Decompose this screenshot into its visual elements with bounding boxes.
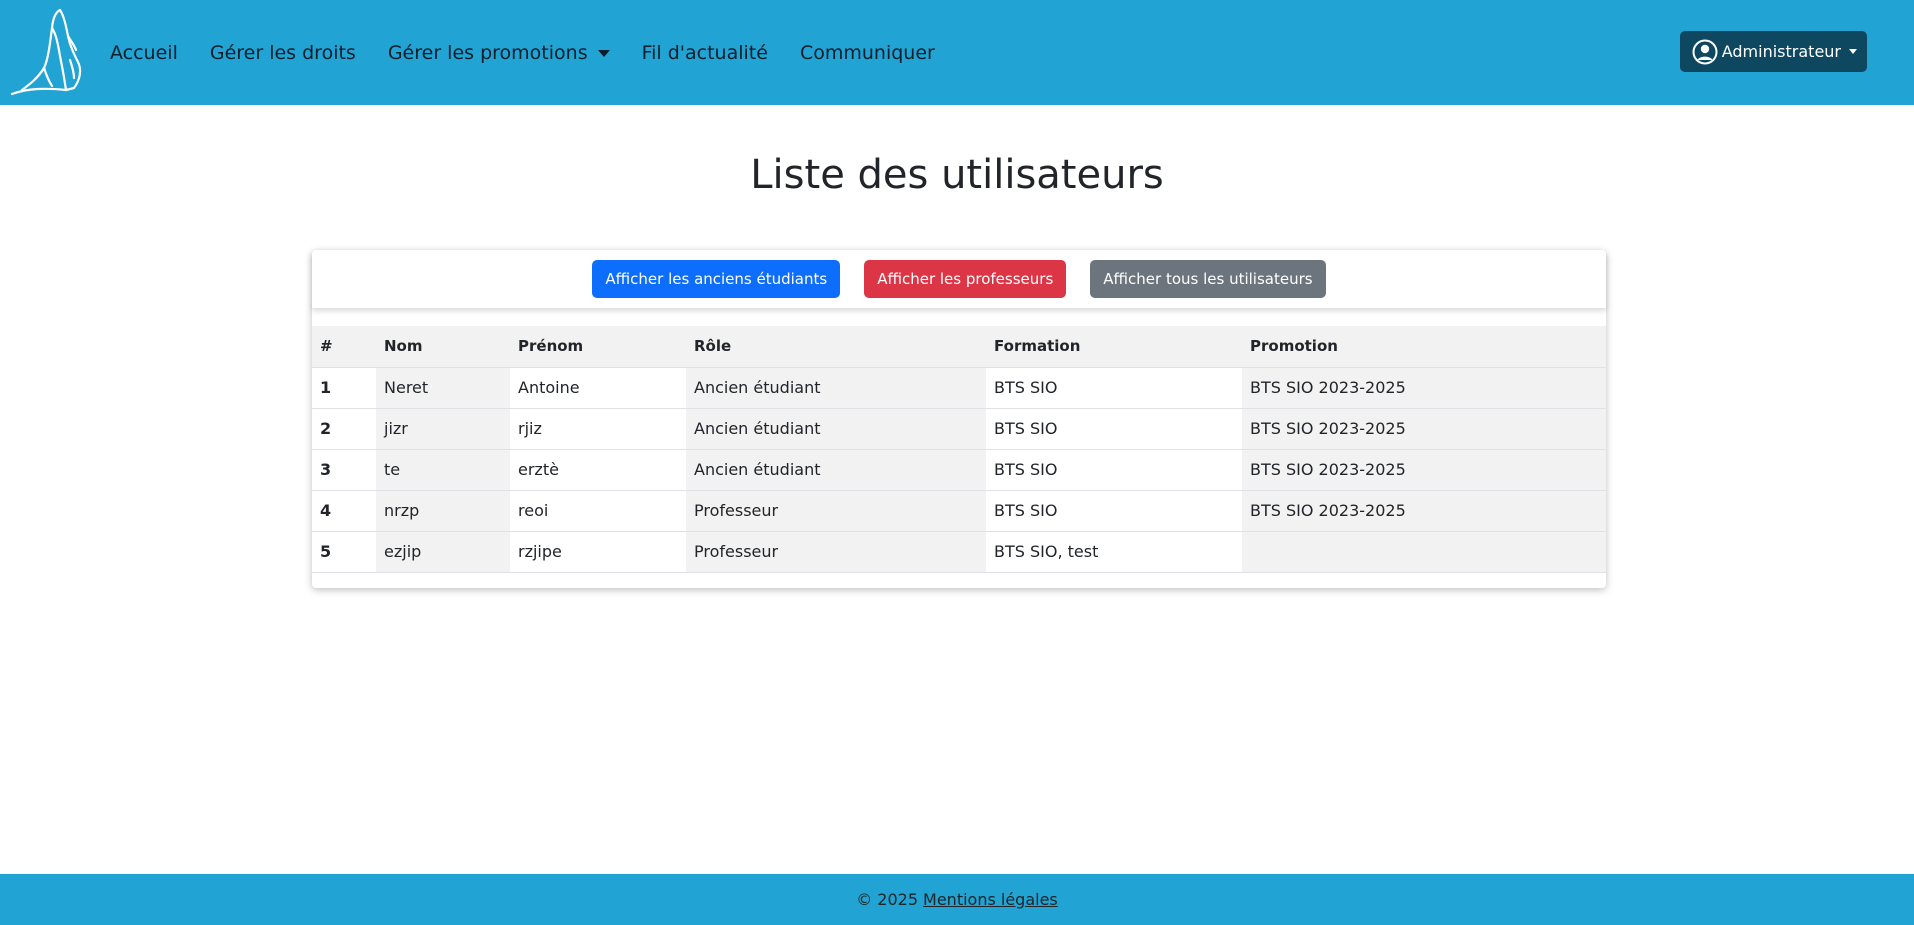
cell-formation: BTS SIO — [986, 367, 1242, 409]
cell-nom: jizr — [376, 408, 510, 450]
caret-down-icon — [597, 50, 610, 57]
user-circle-icon — [1692, 39, 1718, 64]
nav-gerer-promotions[interactable]: Gérer les promotions — [388, 42, 610, 64]
cell-nom: ezjip — [376, 531, 510, 573]
show-professors-button[interactable]: Afficher les professeurs — [864, 260, 1067, 298]
cell-promotion: BTS SIO 2023-2025 — [1242, 490, 1606, 532]
header-promotion: Promotion — [1242, 326, 1606, 368]
table-row: 3 te erztè Ancien étudiant BTS SIO BTS S… — [312, 449, 1606, 491]
users-table: # Nom Prénom Rôle Formation Promotion 1 … — [312, 326, 1606, 573]
filter-button-bar: Afficher les anciens étudiants Afficher … — [312, 250, 1606, 308]
nav-gerer-droits[interactable]: Gérer les droits — [210, 42, 356, 64]
cell-role: Ancien étudiant — [686, 367, 986, 409]
main-nav: Accueil Gérer les droits Gérer les promo… — [110, 0, 967, 105]
praying-hands-logo-icon — [10, 8, 82, 96]
nav-fil-actualite[interactable]: Fil d'actualité — [642, 42, 768, 64]
users-card: Afficher les anciens étudiants Afficher … — [312, 250, 1606, 588]
logo[interactable] — [8, 4, 90, 98]
legal-notice-link[interactable]: Mentions légales — [923, 890, 1058, 909]
header-nom: Nom — [376, 326, 510, 368]
cell-promotion — [1242, 531, 1606, 573]
cell-formation: BTS SIO — [986, 408, 1242, 450]
user-menu-button[interactable]: Administrateur — [1679, 31, 1867, 72]
footer: © 2025 Mentions légales — [0, 874, 1914, 925]
cell-index: 4 — [312, 490, 376, 532]
cell-nom: te — [376, 449, 510, 491]
footer-copyright: © 2025 — [856, 890, 919, 909]
cell-prenom: erztè — [510, 449, 686, 491]
table-row: 1 Neret Antoine Ancien étudiant BTS SIO … — [312, 367, 1606, 409]
cell-index: 3 — [312, 449, 376, 491]
show-all-users-button[interactable]: Afficher tous les utilisateurs — [1090, 260, 1326, 298]
header-index: # — [312, 326, 376, 368]
cell-prenom: rjiz — [510, 408, 686, 450]
cell-nom: nrzp — [376, 490, 510, 532]
navbar: Accueil Gérer les droits Gérer les promo… — [0, 0, 1914, 105]
cell-promotion: BTS SIO 2023-2025 — [1242, 367, 1606, 409]
nav-gerer-promotions-label: Gérer les promotions — [387, 41, 588, 64]
cell-promotion: BTS SIO 2023-2025 — [1242, 449, 1606, 491]
cell-role: Ancien étudiant — [686, 408, 986, 450]
cell-index: 1 — [312, 367, 376, 409]
header-role: Rôle — [686, 326, 986, 368]
user-menu-label: Administrateur — [1721, 42, 1841, 61]
page-title: Liste des utilisateurs — [750, 152, 1164, 198]
header-prenom: Prénom — [510, 326, 686, 368]
table-row: 2 jizr rjiz Ancien étudiant BTS SIO BTS … — [312, 408, 1606, 450]
cell-nom: Neret — [376, 367, 510, 409]
table-header-row: # Nom Prénom Rôle Formation Promotion — [312, 326, 1606, 368]
nav-accueil[interactable]: Accueil — [110, 42, 178, 64]
cell-role: Professeur — [686, 490, 986, 532]
cell-role: Ancien étudiant — [686, 449, 986, 491]
cell-index: 5 — [312, 531, 376, 573]
cell-prenom: reoi — [510, 490, 686, 532]
cell-prenom: rzjipe — [510, 531, 686, 573]
show-former-students-button[interactable]: Afficher les anciens étudiants — [592, 260, 841, 298]
nav-communiquer[interactable]: Communiquer — [800, 42, 935, 64]
table-row: 5 ezjip rzjipe Professeur BTS SIO, test — [312, 531, 1606, 573]
cell-promotion: BTS SIO 2023-2025 — [1242, 408, 1606, 450]
cell-formation: BTS SIO, test — [986, 531, 1242, 573]
header-formation: Formation — [986, 326, 1242, 368]
caret-down-icon — [1849, 49, 1857, 54]
table-row: 4 nrzp reoi Professeur BTS SIO BTS SIO 2… — [312, 490, 1606, 532]
cell-index: 2 — [312, 408, 376, 450]
cell-formation: BTS SIO — [986, 490, 1242, 532]
cell-role: Professeur — [686, 531, 986, 573]
cell-prenom: Antoine — [510, 367, 686, 409]
cell-formation: BTS SIO — [986, 449, 1242, 491]
